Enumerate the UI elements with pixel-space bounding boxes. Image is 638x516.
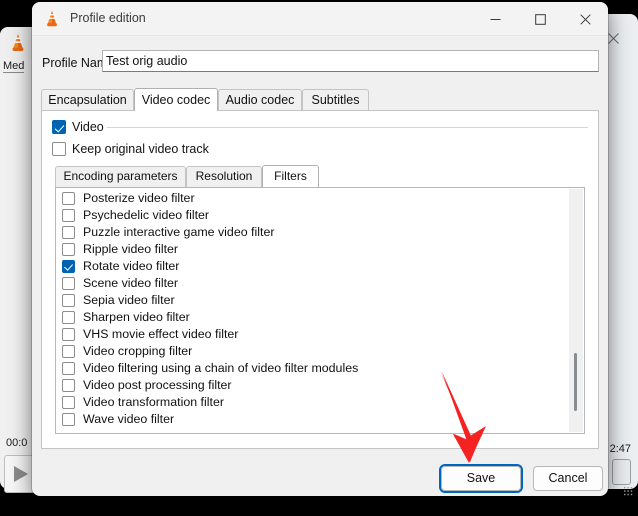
list-item[interactable]: Video cropping filter: [56, 343, 584, 360]
play-triangle-icon: [14, 466, 28, 482]
list-item[interactable]: Video filtering using a chain of video f…: [56, 360, 584, 377]
list-item-label: Wave video filter: [83, 412, 175, 426]
checkbox-box[interactable]: [62, 209, 75, 222]
list-item-label: Psychedelic video filter: [83, 208, 210, 222]
tab-encapsulation[interactable]: Encapsulation: [41, 89, 134, 111]
cancel-button[interactable]: Cancel: [533, 466, 603, 491]
screen: Med 00:0 2:47 Profile edition Profile Na…: [0, 0, 638, 516]
tab-audio-codec[interactable]: Audio codec: [218, 89, 302, 111]
video-filters-list[interactable]: Posterize video filter Psychedelic video …: [55, 187, 585, 434]
resize-grip[interactable]: [623, 486, 633, 496]
close-icon[interactable]: [563, 2, 608, 36]
keep-original-label: Keep original video track: [72, 142, 209, 156]
vlc-cone-icon: [43, 10, 61, 28]
video-settings-tab-bar: Encoding parameters Resolution Filters: [55, 165, 585, 187]
list-item-label: VHS movie effect video filter: [83, 327, 239, 341]
background-elapsed-time: 00:0: [6, 437, 28, 449]
background-media-menu[interactable]: Med: [3, 60, 25, 73]
checkbox-box: [52, 142, 66, 156]
filter-list-scrollbar[interactable]: [569, 189, 583, 432]
video-enable-checkbox[interactable]: Video: [52, 120, 104, 134]
list-item-label: Puzzle interactive game video filter: [83, 225, 275, 239]
codec-tab-bar: Encapsulation Video codec Audio codec Subti…: [41, 88, 599, 111]
dialog-title: Profile edition: [70, 11, 146, 25]
list-item[interactable]: Sepia video filter: [56, 292, 584, 309]
checkbox-box[interactable]: [62, 243, 75, 256]
vlc-cone-icon: [8, 33, 28, 53]
list-item[interactable]: Posterize video filter: [56, 190, 584, 207]
tab-encoding-parameters[interactable]: Encoding parameters: [55, 166, 186, 187]
minimize-icon[interactable]: [473, 2, 518, 36]
list-item[interactable]: Rotate video filter: [56, 258, 584, 275]
checkbox-box[interactable]: [62, 362, 75, 375]
checkbox-box[interactable]: [62, 226, 75, 239]
tab-video-codec[interactable]: Video codec: [134, 88, 218, 111]
list-item-label: Ripple video filter: [83, 242, 179, 256]
list-item[interactable]: Sharpen video filter: [56, 309, 584, 326]
list-item[interactable]: Psychedelic video filter: [56, 207, 584, 224]
video-codec-panel: Video Keep original video track Encoding…: [41, 110, 599, 449]
list-item[interactable]: Puzzle interactive game video filter: [56, 224, 584, 241]
background-total-time: 2:47: [609, 443, 631, 455]
list-item[interactable]: Ripple video filter: [56, 241, 584, 258]
checkbox-box[interactable]: [62, 192, 75, 205]
checkbox-box[interactable]: [62, 311, 75, 324]
keep-original-video-track-checkbox[interactable]: Keep original video track: [52, 142, 209, 156]
video-enable-label: Video: [72, 120, 104, 134]
list-item[interactable]: Video post processing filter: [56, 377, 584, 394]
list-item-label: Rotate video filter: [83, 259, 180, 273]
profile-edition-dialog: Profile edition Profile Name Encapsulati…: [32, 2, 608, 496]
list-item[interactable]: Wave video filter: [56, 411, 584, 428]
checkbox-box[interactable]: [62, 345, 75, 358]
list-item[interactable]: Video transformation filter: [56, 394, 584, 411]
checkbox-box[interactable]: [62, 379, 75, 392]
list-item[interactable]: Scene video filter: [56, 275, 584, 292]
list-item-label: Video transformation filter: [83, 395, 224, 409]
checkbox-box[interactable]: [62, 294, 75, 307]
checkbox-box[interactable]: [62, 413, 75, 426]
list-item-label: Posterize video filter: [83, 191, 195, 205]
list-item-label: Video post processing filter: [83, 378, 232, 392]
checkbox-box[interactable]: [62, 328, 75, 341]
list-item-label: Video filtering using a chain of video f…: [83, 361, 359, 375]
tab-resolution[interactable]: Resolution: [186, 166, 262, 187]
scrollbar-thumb[interactable]: [574, 353, 577, 411]
list-item-label: Scene video filter: [83, 276, 179, 290]
checkbox-box[interactable]: [62, 396, 75, 409]
list-item-label: Video cropping filter: [83, 344, 193, 358]
group-separator: [107, 127, 588, 128]
checkbox-box[interactable]: [62, 277, 75, 290]
maximize-icon[interactable]: [518, 2, 563, 36]
profile-name-input[interactable]: [102, 50, 599, 72]
tab-subtitles[interactable]: Subtitles: [302, 89, 369, 111]
tab-filters[interactable]: Filters: [262, 165, 319, 187]
list-item-label: Sharpen video filter: [83, 310, 190, 324]
background-stop-button[interactable]: [612, 459, 631, 485]
list-item[interactable]: VHS movie effect video filter: [56, 326, 584, 343]
checkbox-box[interactable]: [62, 260, 75, 273]
save-button[interactable]: Save: [441, 466, 521, 491]
checkbox-box: [52, 120, 66, 134]
list-item-label: Sepia video filter: [83, 293, 175, 307]
